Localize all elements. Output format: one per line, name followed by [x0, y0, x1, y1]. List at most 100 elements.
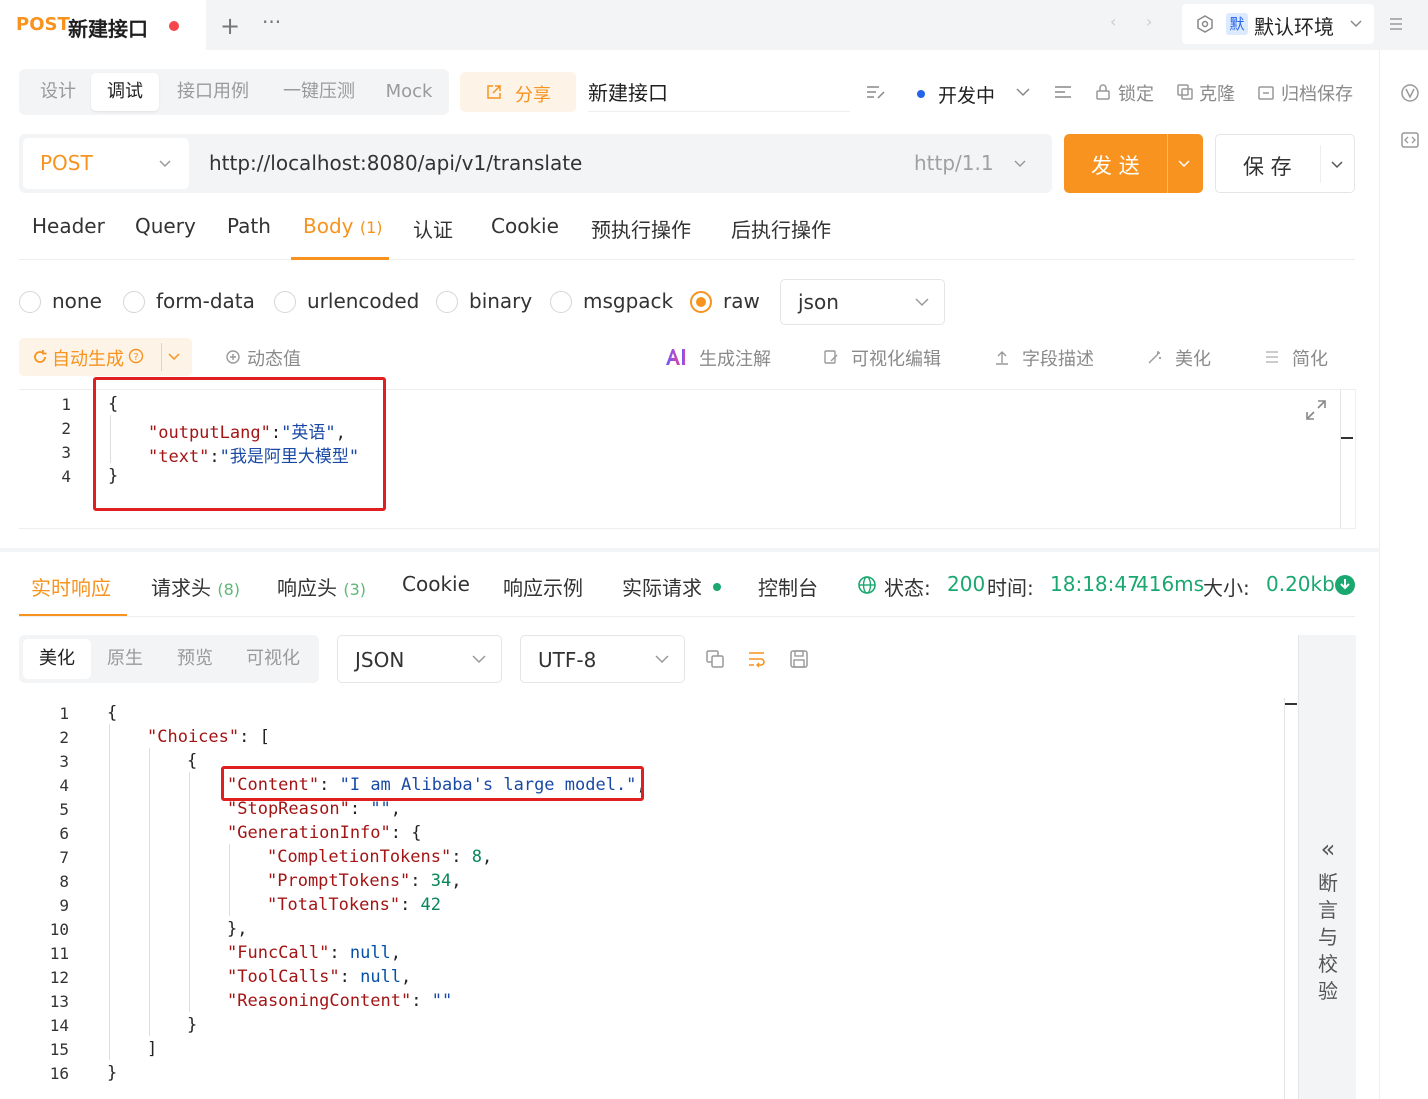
send-button[interactable]: 发 送: [1064, 134, 1203, 193]
line-number: 2: [59, 728, 69, 747]
beautify-button[interactable]: 美化: [1175, 345, 1211, 371]
tab-pre-script[interactable]: 预执行操作: [591, 214, 691, 243]
chevron-left-icon[interactable]: ‹: [1110, 12, 1116, 31]
copy-icon[interactable]: [705, 649, 725, 669]
visual-edit-icon: [824, 350, 838, 364]
more-icon[interactable]: ···: [262, 10, 281, 34]
code-token: "": [370, 799, 391, 819]
tab-live-response[interactable]: 实时响应: [31, 572, 111, 601]
scrollbar-thumb[interactable]: [1341, 437, 1353, 439]
tab-response-example[interactable]: 响应示例: [503, 572, 583, 601]
plus-icon[interactable]: +: [220, 12, 240, 40]
indent-guide: [109, 964, 110, 988]
api-title-input[interactable]: 新建接口: [588, 72, 850, 112]
scrollbar[interactable]: [1340, 390, 1341, 528]
tab-actual-request[interactable]: 实际请求: [622, 572, 702, 601]
radio-binary[interactable]: [436, 291, 458, 313]
tab-api-cases[interactable]: 接口用例: [165, 69, 261, 115]
chevron-down-icon: [655, 655, 669, 664]
tab-console[interactable]: 控制台: [758, 572, 818, 601]
chevron-down-icon[interactable]: [1178, 160, 1190, 168]
expand-icon[interactable]: [1305, 399, 1327, 421]
share-button[interactable]: 分享: [460, 72, 576, 112]
save-icon[interactable]: [789, 649, 809, 669]
wrap-icon[interactable]: [747, 649, 767, 669]
status-label: 状态:: [884, 576, 931, 600]
http-version-select[interactable]: http/1.1: [914, 151, 994, 175]
auto-generate-button[interactable]: 自动生成 ?: [19, 338, 192, 376]
tab-request-headers[interactable]: 请求头 (8): [151, 572, 240, 601]
radio-raw[interactable]: [690, 291, 712, 313]
indent-guide: [149, 796, 150, 820]
line-number: 1: [61, 395, 71, 414]
tab-response-headers[interactable]: 响应头 (3): [277, 572, 366, 601]
indent-guide: [109, 1012, 110, 1036]
chevron-right-icon[interactable]: ›: [1146, 12, 1152, 31]
clone-button[interactable]: 克隆: [1199, 80, 1235, 106]
view-pretty[interactable]: 美化: [23, 639, 91, 679]
api-status[interactable]: 开发中: [938, 81, 995, 108]
archive-button[interactable]: 归档保存: [1281, 80, 1353, 106]
tab-mock[interactable]: Mock: [375, 69, 443, 115]
url-input[interactable]: http://localhost:8080/api/v1/translate: [209, 151, 582, 175]
panel-divider[interactable]: [0, 548, 1380, 552]
version-icon[interactable]: [1400, 83, 1420, 103]
dynamic-value-button[interactable]: 动态值: [247, 345, 301, 371]
code-icon[interactable]: [1400, 130, 1420, 150]
tab-path[interactable]: Path: [227, 214, 271, 238]
edit-icon[interactable]: [866, 84, 886, 100]
format-value: JSON: [355, 648, 405, 672]
env-name: 默认环境: [1254, 15, 1334, 39]
environment-select[interactable]: 默 默认环境: [1182, 4, 1374, 44]
scrollbar-thumb[interactable]: [1285, 703, 1297, 705]
tab-load-test[interactable]: 一键压测: [271, 69, 367, 115]
tab-resp-cookie[interactable]: Cookie: [402, 572, 470, 596]
body-format-select[interactable]: json: [780, 279, 945, 325]
visual-edit-button[interactable]: 可视化编辑: [851, 345, 941, 371]
tab-design[interactable]: 设计: [23, 69, 93, 115]
chevron-down-icon[interactable]: [168, 353, 180, 361]
save-button[interactable]: 保 存: [1215, 134, 1355, 193]
radio-msgpack[interactable]: [550, 291, 572, 313]
tab-query[interactable]: Query: [135, 214, 196, 238]
tab-cookie[interactable]: Cookie: [491, 214, 559, 238]
tab-debug[interactable]: 调试: [91, 73, 159, 111]
top-tab-bar: POST 新建接口 + ··· ‹ › 默 默认环境: [0, 0, 1428, 50]
code-token: ,: [390, 799, 402, 819]
radio-urlencoded[interactable]: [274, 291, 296, 313]
chevron-down-icon[interactable]: [1331, 161, 1343, 169]
panel-label-char: 校: [1318, 952, 1338, 976]
radio-none[interactable]: [19, 291, 41, 313]
line-number: 3: [61, 443, 71, 462]
method-select[interactable]: POST: [23, 138, 189, 189]
view-visual[interactable]: 可视化: [235, 635, 311, 683]
response-format-select[interactable]: JSON: [337, 635, 502, 683]
view-raw[interactable]: 原生: [91, 635, 159, 683]
align-icon[interactable]: [1054, 84, 1074, 100]
indent-guide: [109, 892, 110, 916]
ai-comment-button[interactable]: 生成注解: [699, 345, 771, 371]
code-line: {: [107, 703, 117, 723]
radio-label: raw: [723, 289, 760, 313]
tab-post-script[interactable]: 后执行操作: [731, 214, 831, 243]
response-view-tabs: 美化 原生 预览 可视化: [19, 635, 319, 683]
api-tab[interactable]: POST 新建接口: [0, 0, 206, 50]
lock-button[interactable]: 锁定: [1118, 80, 1154, 106]
field-desc-button[interactable]: 字段描述: [1022, 345, 1094, 371]
radio-form-data[interactable]: [123, 291, 145, 313]
code-token: {: [107, 703, 118, 723]
encoding-select[interactable]: UTF-8: [520, 635, 685, 683]
menu-icon[interactable]: [1389, 17, 1403, 31]
chevron-down-icon[interactable]: [1016, 87, 1030, 97]
assertion-panel-toggle[interactable]: « 断 言 与 校 验: [1298, 635, 1356, 1099]
simplify-button[interactable]: 简化: [1292, 345, 1328, 371]
response-body-viewer[interactable]: 1{2 "Choices": [3{4 "Content": "I am Aliba…: [19, 698, 1299, 1099]
line-number: 10: [49, 920, 69, 939]
scrollbar[interactable]: [1284, 698, 1285, 1099]
tab-auth[interactable]: 认证: [413, 214, 453, 243]
tab-body[interactable]: Body (1): [303, 214, 383, 238]
view-preview[interactable]: 预览: [161, 635, 229, 683]
indent-guide: [189, 844, 190, 868]
download-icon[interactable]: [1334, 574, 1356, 596]
tab-header[interactable]: Header: [32, 214, 105, 238]
